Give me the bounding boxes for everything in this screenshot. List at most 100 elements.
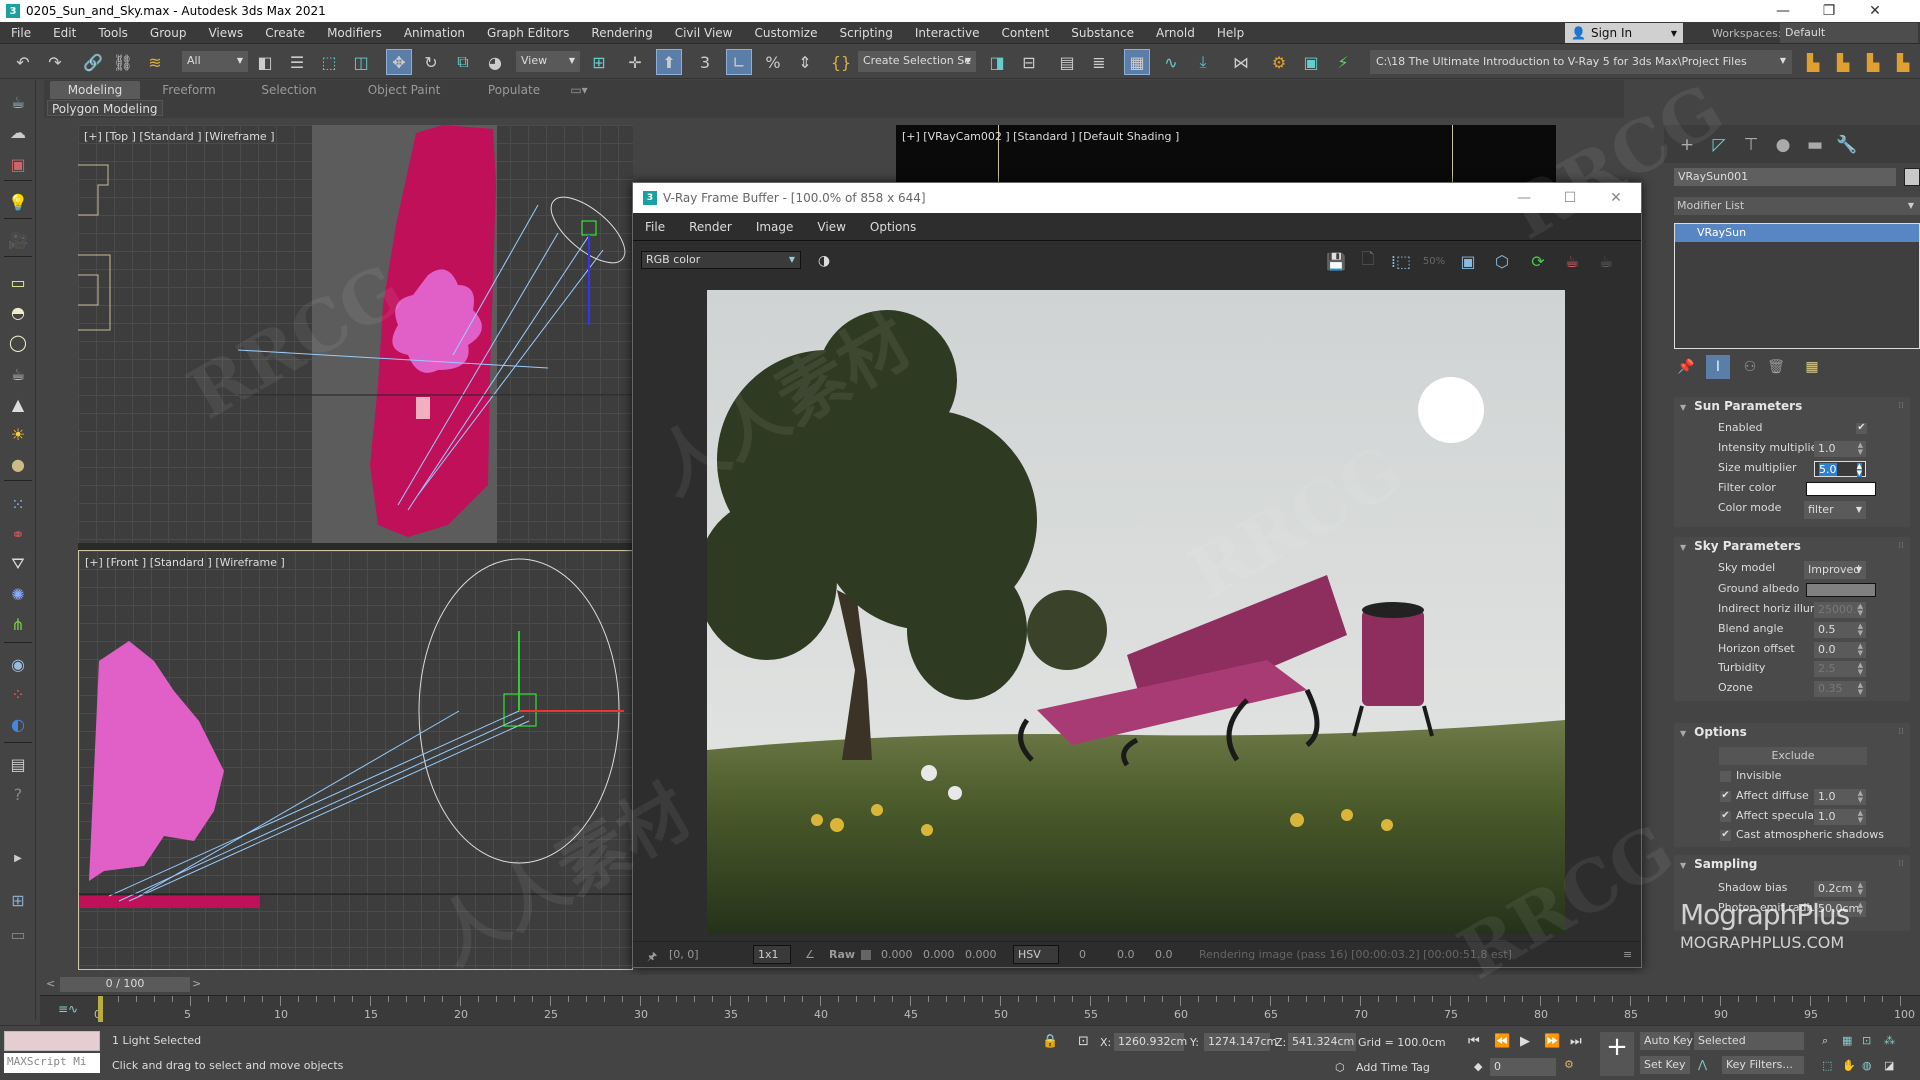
load-image-icon[interactable]: 🗋 [1355, 248, 1381, 274]
material-library-icon[interactable]: ⁘ [5, 682, 31, 706]
ozone-spinner[interactable]: 0.35 ▲ ▼ [1814, 681, 1866, 697]
bind-space-warp-icon[interactable]: ≋ [142, 49, 168, 75]
tab-object-paint[interactable]: Object Paint [344, 81, 464, 99]
window-crossing-icon[interactable]: ◫ [348, 49, 374, 75]
motion-tab-icon[interactable]: ● [1768, 133, 1798, 157]
vfb-menu-options[interactable]: Options [858, 220, 928, 234]
rendered-frame-window-icon[interactable]: ▣ [1298, 49, 1324, 75]
menu-group[interactable]: Group [139, 26, 198, 40]
expand-arrow-icon[interactable]: ▶ [5, 846, 31, 870]
y-coordinate-field[interactable]: 1274.147cm [1204, 1033, 1277, 1051]
layer-explorer-icon[interactable]: ≣ [1086, 49, 1112, 75]
vray-plane-icon[interactable]: ⛛ [5, 552, 31, 576]
affect-specular-spinner[interactable]: 1.0 ▲ ▼ [1814, 809, 1866, 825]
menu-rendering[interactable]: Rendering [580, 26, 663, 40]
schematic-view-icon[interactable]: ⤓ [1190, 49, 1216, 75]
pan-icon[interactable]: ✋ [1842, 1059, 1856, 1072]
angle-snap-icon[interactable]: ∟ [726, 49, 752, 75]
interactive-render-icon[interactable]: ⬡ [1489, 248, 1515, 274]
zoom-extents-all-icon[interactable]: ⁂ [1884, 1034, 1895, 1047]
modify-tab-icon[interactable]: ◸ [1704, 133, 1734, 157]
vfb-minimize-button[interactable]: — [1501, 183, 1547, 213]
eyedropper-icon[interactable]: ∠ [805, 948, 815, 961]
project-settings-icon[interactable]: ▙ [1800, 49, 1826, 75]
spinner-arrows-icon[interactable]: ▲ ▼ [1858, 442, 1863, 456]
affect-diffuse-checkbox[interactable]: ✔ [1720, 791, 1731, 802]
tab-freeform[interactable]: Freeform [144, 81, 234, 99]
time-tag-icon[interactable]: ⬡ [1335, 1061, 1345, 1074]
previous-frame-icon[interactable]: ⏪ [1494, 1034, 1510, 1049]
grip-icon[interactable]: ⁞⁞ [1898, 859, 1904, 869]
remove-modifier-icon[interactable]: 🗑 [1764, 355, 1788, 379]
track-bar[interactable]: ≡∿ 0510152025303540455055606570758085909… [40, 995, 1920, 1025]
select-manipulate-icon[interactable]: ✛ [622, 49, 648, 75]
time-slider-handle[interactable]: 0 / 100 [60, 977, 190, 992]
spinner-arrows-icon[interactable]: ▲ ▼ [1858, 882, 1863, 896]
horizon-offset-spinner[interactable]: 0.0 ▲ ▼ [1814, 642, 1866, 658]
workspace-dropdown[interactable]: Default [1780, 23, 1918, 43]
zoom-icon[interactable]: ⌕ [1822, 1034, 1828, 1048]
cloud-icon[interactable]: ☁ [5, 120, 31, 144]
color-space-dropdown[interactable]: HSV [1013, 945, 1059, 964]
key-mode-toggle-icon[interactable]: ◆ [1474, 1060, 1482, 1073]
vfb-menu-render[interactable]: Render [677, 220, 744, 234]
rendered-image[interactable] [707, 290, 1565, 934]
menu-modifiers[interactable]: Modifiers [316, 26, 393, 40]
spinner-arrows-icon[interactable]: ▲ ▼ [1858, 682, 1863, 696]
minimize-button[interactable]: — [1760, 0, 1806, 22]
play-icon[interactable]: ▶ [1520, 1034, 1530, 1049]
menu-scripting[interactable]: Scripting [828, 26, 903, 40]
display-tab-icon[interactable]: ▬ [1800, 133, 1830, 157]
top-viewport[interactable]: [+] [Top ] [Standard ] [Wireframe ] [78, 125, 633, 543]
time-slider[interactable]: < 0 / 100 > [40, 975, 1920, 993]
vray-ambient-light-icon[interactable]: ● [5, 452, 31, 476]
stack-item-vraysun[interactable]: VRaySun [1675, 224, 1919, 242]
reference-coordinate-dropdown[interactable]: View ▼ [516, 51, 580, 72]
camera-viewport-label[interactable]: [+] [VRayCam002 ] [Standard ] [Default S… [902, 130, 1179, 143]
menu-help[interactable]: Help [1206, 26, 1255, 40]
configure-modifier-sets-icon[interactable]: ▦ [1800, 355, 1824, 379]
named-selection-dropdown[interactable]: Create Selection Se ▼ [858, 51, 976, 72]
toggle-ribbon-icon[interactable]: ▦ [1124, 49, 1150, 75]
indirect-spinner[interactable]: 25000.0 ▲ ▼ [1814, 602, 1866, 618]
material-editor-icon[interactable]: ⋈ [1228, 49, 1254, 75]
maximize-button[interactable]: ❐ [1806, 0, 1852, 22]
current-frame-field[interactable]: 0 [1490, 1058, 1556, 1076]
filter-color-swatch[interactable] [1806, 482, 1876, 496]
maxscript-listener-pink[interactable] [4, 1031, 100, 1051]
blend-angle-spinner[interactable]: 0.5 ▲ ▼ [1814, 622, 1866, 638]
select-move-icon[interactable]: ✥ [386, 49, 412, 75]
help-icon[interactable]: ? [5, 782, 31, 806]
maximize-viewport-icon[interactable]: ◪ [1884, 1059, 1894, 1072]
vfb-maximize-button[interactable]: ☐ [1547, 183, 1593, 213]
modifier-list-dropdown[interactable]: Modifier List ▼ [1674, 197, 1920, 215]
create-tab-icon[interactable]: + [1672, 133, 1702, 157]
tab-selection[interactable]: Selection [239, 81, 339, 99]
shadow-bias-spinner[interactable]: 0.2cm ▲ ▼ [1814, 881, 1866, 897]
vray-sun-icon[interactable]: ☀ [5, 422, 31, 446]
curve-editor-icon[interactable]: ∿ [1158, 49, 1184, 75]
viewport-layout-2-icon[interactable]: ▭ [5, 922, 31, 946]
orbit-icon[interactable]: ◍ [1862, 1059, 1872, 1072]
snaps-toggle-icon[interactable]: 3 [692, 49, 718, 75]
enabled-checkbox[interactable]: ✔ [1856, 423, 1867, 434]
color-mode-dropdown[interactable]: filter ▼ [1804, 501, 1866, 519]
set-key-button[interactable]: Set Key [1640, 1056, 1690, 1074]
viewport-layout-icon[interactable]: ⊞ [5, 888, 31, 912]
project-path-dropdown[interactable]: C:\18 The Ultimate Introduction to V-Ray… [1370, 50, 1792, 74]
set-keys-button[interactable]: + [1600, 1032, 1634, 1076]
vfb-menu-file[interactable]: File [633, 220, 677, 234]
menu-interactive[interactable]: Interactive [904, 26, 991, 40]
project-folder-icon[interactable]: ▙ [1830, 49, 1856, 75]
refresh-icon[interactable]: ⟳ [1525, 248, 1551, 274]
vray-material-icon[interactable]: ◉ [5, 652, 31, 676]
menu-tools[interactable]: Tools [87, 26, 139, 40]
vray-spot-icon[interactable]: ▲ [5, 392, 31, 416]
vray-ies-icon[interactable]: ☕ [5, 362, 31, 386]
add-time-tag[interactable]: Add Time Tag [1356, 1061, 1430, 1074]
menu-graph-editors[interactable]: Graph Editors [476, 26, 580, 40]
render-setup-icon[interactable]: ⚙ [1266, 49, 1292, 75]
pin-stack-icon[interactable]: 📌 [1674, 355, 1698, 379]
cast-shadows-checkbox[interactable]: ✔ [1720, 830, 1731, 841]
affect-diffuse-spinner[interactable]: 1.0 ▲ ▼ [1814, 789, 1866, 805]
